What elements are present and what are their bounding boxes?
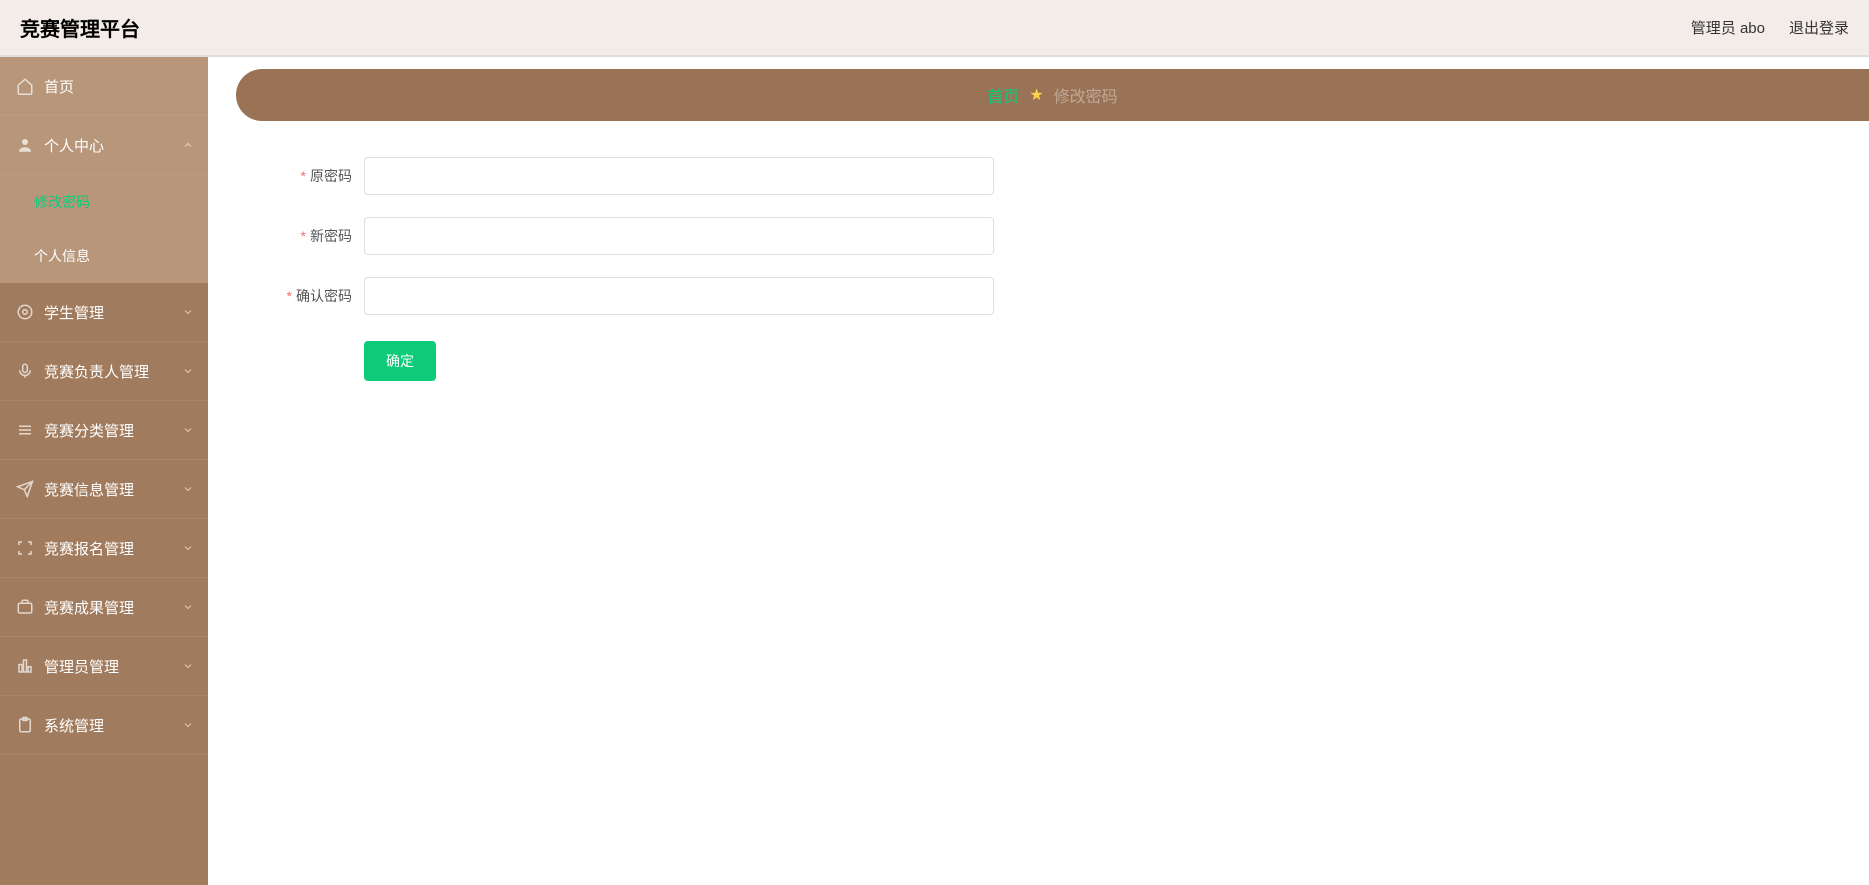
sidebar-item-category[interactable]: 竞赛分类管理: [0, 401, 208, 460]
user-icon: [16, 136, 34, 154]
sidebar-item-label: 个人中心: [44, 135, 104, 156]
old-password-label: *原密码: [266, 166, 364, 186]
sidebar-subitem-label: 修改密码: [34, 192, 90, 212]
send-icon: [16, 480, 34, 498]
sidebar: 首页 个人中心 修改密码 个人信息 学生管理: [0, 57, 208, 885]
sidebar-item-label: 学生管理: [44, 302, 104, 323]
main-content: 首页 ★ 修改密码 *原密码 *新密码 *确认密码 确定: [208, 57, 1869, 885]
sidebar-item-result[interactable]: 竞赛成果管理: [0, 578, 208, 637]
sidebar-item-label: 首页: [44, 76, 74, 97]
form-panel: *原密码 *新密码 *确认密码 确定: [236, 139, 1236, 421]
sidebar-item-signup[interactable]: 竞赛报名管理: [0, 519, 208, 578]
breadcrumb-home[interactable]: 首页: [987, 83, 1019, 107]
breadcrumb: 首页 ★ 修改密码: [236, 69, 1869, 121]
sidebar-item-manager[interactable]: 竞赛负责人管理: [0, 342, 208, 401]
chevron-down-icon: [182, 542, 194, 554]
chevron-down-icon: [182, 306, 194, 318]
header: 竞赛管理平台 管理员 abo 退出登录: [0, 0, 1869, 57]
breadcrumb-current: 修改密码: [1054, 83, 1118, 107]
new-password-label: *新密码: [266, 226, 364, 246]
sidebar-subitem-label: 个人信息: [34, 246, 90, 266]
sidebar-subitem-profile[interactable]: 个人信息: [0, 229, 208, 283]
home-icon: [16, 77, 34, 95]
confirm-password-input[interactable]: [364, 277, 994, 315]
sidebar-item-label: 竞赛成果管理: [44, 597, 134, 618]
form-actions: 确定: [266, 341, 1206, 381]
sidebar-item-label: 竞赛信息管理: [44, 479, 134, 500]
sidebar-item-label: 竞赛分类管理: [44, 420, 134, 441]
submit-button[interactable]: 确定: [364, 341, 436, 381]
chevron-up-icon: [182, 139, 194, 151]
header-right: 管理员 abo 退出登录: [1691, 17, 1849, 38]
sidebar-item-student[interactable]: 学生管理: [0, 283, 208, 342]
list-icon: [16, 421, 34, 439]
sidebar-item-label: 系统管理: [44, 715, 104, 736]
new-password-input[interactable]: [364, 217, 994, 255]
form-row-confirm-password: *确认密码: [266, 277, 1206, 315]
logout-link[interactable]: 退出登录: [1789, 17, 1849, 38]
container: 首页 个人中心 修改密码 个人信息 学生管理: [0, 57, 1869, 885]
sidebar-item-admin[interactable]: 管理员管理: [0, 637, 208, 696]
sidebar-subitem-change-password[interactable]: 修改密码: [0, 175, 208, 229]
user-label[interactable]: 管理员 abo: [1691, 17, 1765, 38]
sidebar-item-label: 竞赛负责人管理: [44, 361, 149, 382]
form-row-new-password: *新密码: [266, 217, 1206, 255]
app-title: 竞赛管理平台: [20, 13, 140, 42]
old-password-input[interactable]: [364, 157, 994, 195]
fullscreen-icon: [16, 539, 34, 557]
gear-icon: [16, 303, 34, 321]
chevron-down-icon: [182, 483, 194, 495]
sidebar-item-personal[interactable]: 个人中心: [0, 116, 208, 175]
sidebar-item-label: 管理员管理: [44, 656, 119, 677]
mic-icon: [16, 362, 34, 380]
chevron-down-icon: [182, 365, 194, 377]
sidebar-item-label: 竞赛报名管理: [44, 538, 134, 559]
sidebar-item-info[interactable]: 竞赛信息管理: [0, 460, 208, 519]
bar-icon: [16, 657, 34, 675]
chevron-down-icon: [182, 424, 194, 436]
chevron-down-icon: [182, 660, 194, 672]
confirm-password-label: *确认密码: [266, 286, 364, 306]
sidebar-item-system[interactable]: 系统管理: [0, 696, 208, 755]
chevron-down-icon: [182, 601, 194, 613]
star-icon: ★: [1029, 85, 1043, 105]
clipboard-icon: [16, 716, 34, 734]
sidebar-item-home[interactable]: 首页: [0, 57, 208, 116]
briefcase-icon: [16, 598, 34, 616]
chevron-down-icon: [182, 719, 194, 731]
form-row-old-password: *原密码: [266, 157, 1206, 195]
